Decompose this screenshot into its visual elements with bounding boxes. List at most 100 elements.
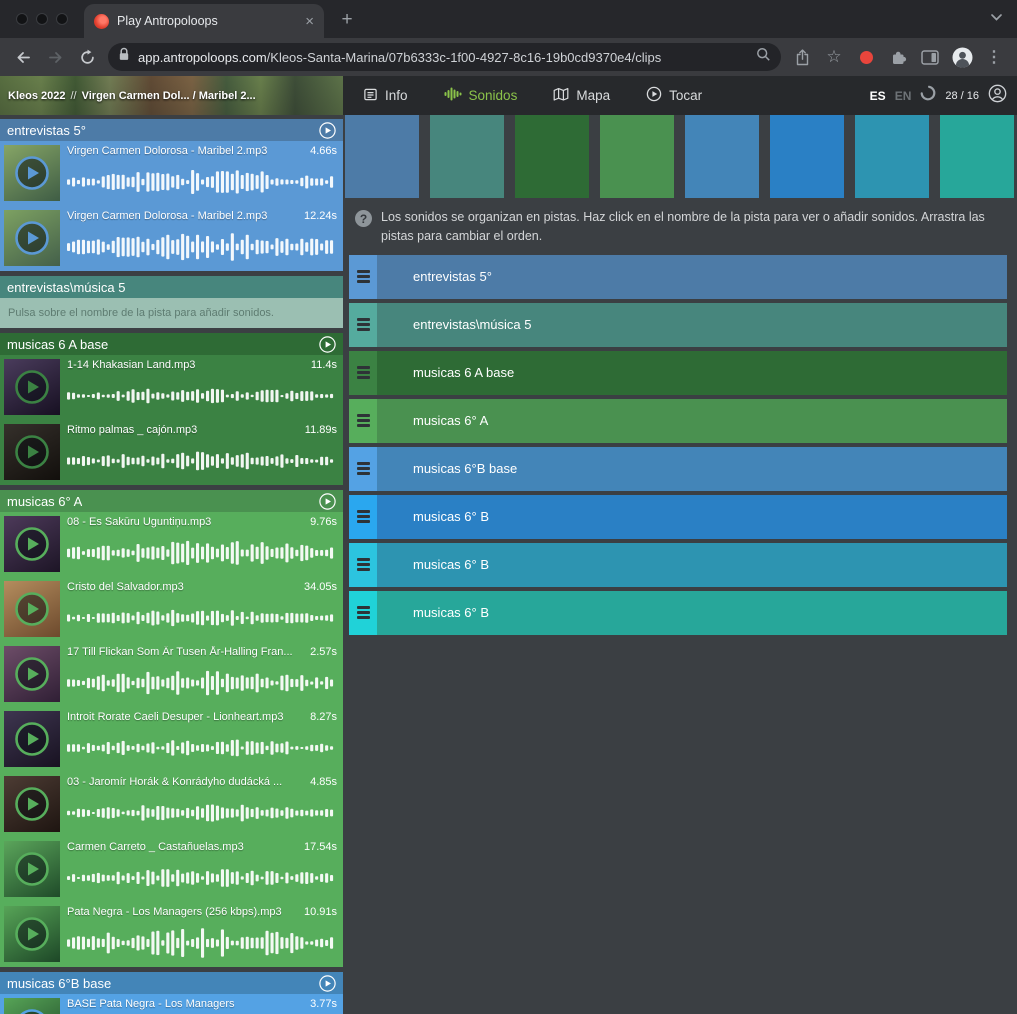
side-panel-icon[interactable]	[915, 42, 945, 72]
track-drag-handle[interactable]	[349, 495, 377, 539]
clip-play-overlay-icon[interactable]	[4, 711, 60, 767]
clip-meta: Carmen Carreto _ Castañuelas.mp317.54s	[64, 841, 337, 858]
track-swatch[interactable]	[430, 115, 504, 198]
window-minimize-button[interactable]	[36, 13, 48, 25]
track-row[interactable]: musicas 6° B	[349, 495, 1007, 539]
track-row[interactable]: musicas 6° B	[349, 543, 1007, 587]
clip-play-overlay-icon[interactable]	[4, 359, 60, 415]
track-swatch[interactable]	[345, 115, 419, 198]
clip-play-overlay-icon[interactable]	[4, 646, 60, 702]
window-zoom-button[interactable]	[56, 13, 68, 25]
clip-play-overlay-icon[interactable]	[4, 841, 60, 897]
record-extension-icon[interactable]	[851, 42, 881, 72]
address-bar[interactable]: app.antropoloops.com/Kleos-Santa-Marina/…	[108, 43, 781, 71]
track-row[interactable]: entrevistas 5°	[349, 255, 1007, 299]
clip-item[interactable]: Pata Negra - Los Managers (256 kbps).mp3…	[0, 902, 343, 967]
track-name-button[interactable]: musicas 6° A	[377, 399, 1007, 443]
lang-en-button[interactable]: EN	[895, 89, 912, 103]
profile-avatar[interactable]	[947, 42, 977, 72]
reload-button[interactable]	[72, 42, 102, 72]
breadcrumb-project[interactable]: Kleos 2022	[8, 90, 65, 102]
track-drag-handle[interactable]	[349, 351, 377, 395]
clip-item[interactable]: Cristo del Salvador.mp334.05s	[0, 577, 343, 642]
track-row[interactable]: musicas 6°B base	[349, 447, 1007, 491]
tab-close-icon[interactable]: ×	[303, 14, 316, 29]
extensions-puzzle-icon[interactable]	[883, 42, 913, 72]
track-name-button[interactable]: entrevistas\música 5	[377, 303, 1007, 347]
track-swatch[interactable]	[770, 115, 844, 198]
nav-info[interactable]: Info	[363, 87, 408, 105]
back-button[interactable]	[8, 42, 38, 72]
new-tab-button[interactable]: +	[334, 9, 360, 31]
clip-meta: Virgen Carmen Dolorosa - Maribel 2.mp312…	[64, 210, 337, 227]
browser-menu-icon[interactable]: ⋮	[979, 42, 1009, 72]
breadcrumb[interactable]: Kleos 2022 // Virgen Carmen Dol... / Mar…	[0, 76, 343, 115]
track-header[interactable]: musicas 6°B base	[0, 972, 343, 994]
clip-play-overlay-icon[interactable]	[4, 145, 60, 201]
nav-sonidos[interactable]: Sonidos	[444, 87, 518, 104]
track-header[interactable]: musicas 6 A base	[0, 333, 343, 355]
track-header[interactable]: entrevistas\música 5	[0, 276, 343, 298]
track-name-button[interactable]: musicas 6° B	[377, 591, 1007, 635]
clip-play-overlay-icon[interactable]	[4, 516, 60, 572]
track-name-button[interactable]: musicas 6°B base	[377, 447, 1007, 491]
track-drag-handle[interactable]	[349, 399, 377, 443]
track-name-button[interactable]: entrevistas 5°	[377, 255, 1007, 299]
track-play-button[interactable]	[319, 975, 336, 992]
track-drag-handle[interactable]	[349, 303, 377, 347]
track-drag-handle[interactable]	[349, 447, 377, 491]
url-text[interactable]: app.antropoloops.com/Kleos-Santa-Marina/…	[138, 50, 748, 65]
nav-tocar[interactable]: Tocar	[646, 86, 702, 105]
clip-play-overlay-icon[interactable]	[4, 998, 60, 1014]
track-drag-handle[interactable]	[349, 255, 377, 299]
clip-meta: Introit Rorate Caeli Desuper - Lionheart…	[64, 711, 337, 728]
clip-play-overlay-icon[interactable]	[4, 906, 60, 962]
track-drag-handle[interactable]	[349, 543, 377, 587]
track-swatch[interactable]	[940, 115, 1014, 198]
track-drag-handle[interactable]	[349, 591, 377, 635]
clip-play-overlay-icon[interactable]	[4, 210, 60, 266]
share-icon[interactable]	[787, 42, 817, 72]
track-swatch[interactable]	[685, 115, 759, 198]
track-row[interactable]: musicas 6° B	[349, 591, 1007, 635]
track-swatch[interactable]	[855, 115, 929, 198]
clip-item[interactable]: 1-14 Khakasian Land.mp311.4s	[0, 355, 343, 420]
track-swatch[interactable]	[600, 115, 674, 198]
clip-waveform	[64, 793, 337, 833]
track-row[interactable]: entrevistas\música 5	[349, 303, 1007, 347]
track-header[interactable]: entrevistas 5°	[0, 119, 343, 141]
browser-tab[interactable]: Play Antropoloops ×	[84, 4, 324, 38]
track-row[interactable]: musicas 6 A base	[349, 351, 1007, 395]
clip-item[interactable]: BASE Pata Negra - Los Managers3.77s	[0, 994, 343, 1014]
tab-search-chevron-icon[interactable]	[990, 9, 1003, 27]
clip-item[interactable]: Introit Rorate Caeli Desuper - Lionheart…	[0, 707, 343, 772]
clip-play-overlay-icon[interactable]	[4, 424, 60, 480]
lang-es-button[interactable]: ES	[870, 89, 886, 103]
track-play-button[interactable]	[319, 493, 336, 510]
nav-mapa[interactable]: Mapa	[553, 87, 610, 105]
clip-play-overlay-icon[interactable]	[4, 581, 60, 637]
track-name-button[interactable]: musicas 6° B	[377, 495, 1007, 539]
clip-item[interactable]: 17 Till Flickan Som Är Tusen År-Halling …	[0, 642, 343, 707]
clip-item[interactable]: Ritmo palmas _ cajón.mp311.89s	[0, 420, 343, 485]
track-play-button[interactable]	[319, 336, 336, 353]
clip-item[interactable]: Virgen Carmen Dolorosa - Maribel 2.mp34.…	[0, 141, 343, 206]
window-close-button[interactable]	[16, 13, 28, 25]
clip-item[interactable]: Carmen Carreto _ Castañuelas.mp317.54s	[0, 837, 343, 902]
track-play-button[interactable]	[319, 122, 336, 139]
clip-item[interactable]: 08 - Es Sakūru Uguntiņu.mp39.76s	[0, 512, 343, 577]
clip-item[interactable]: 03 - Jaromír Horák & Konrádyho dudácká .…	[0, 772, 343, 837]
account-icon[interactable]	[988, 84, 1007, 108]
clip-waveform	[64, 162, 337, 202]
bookmark-star-icon[interactable]: ☆	[819, 42, 849, 72]
track-row[interactable]: musicas 6° A	[349, 399, 1007, 443]
drag-handle-icon	[357, 558, 370, 571]
forward-button[interactable]	[40, 42, 70, 72]
track-name-button[interactable]: musicas 6° B	[377, 543, 1007, 587]
track-name-button[interactable]: musicas 6 A base	[377, 351, 1007, 395]
clip-play-overlay-icon[interactable]	[4, 776, 60, 832]
track-swatch[interactable]	[515, 115, 589, 198]
track-header[interactable]: musicas 6° A	[0, 490, 343, 512]
clip-item[interactable]: Virgen Carmen Dolorosa - Maribel 2.mp312…	[0, 206, 343, 271]
zoom-icon[interactable]	[756, 47, 771, 67]
